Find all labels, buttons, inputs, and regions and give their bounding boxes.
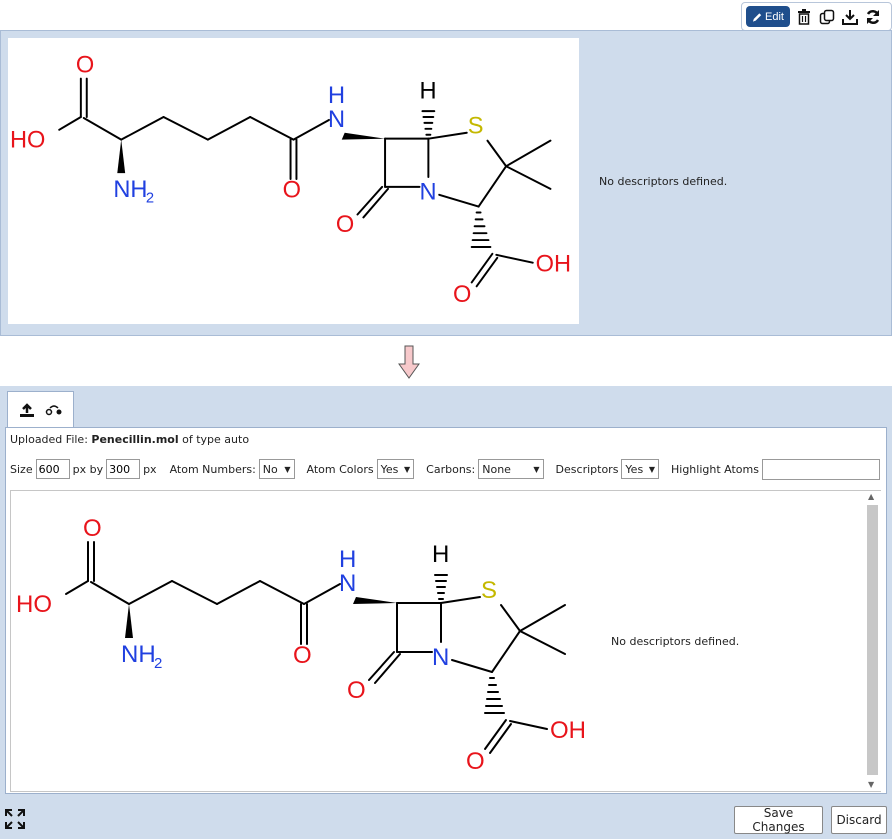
descriptors-text: No descriptors defined. xyxy=(599,175,728,188)
size-label: Size xyxy=(10,462,33,476)
atom-numbers-value: No xyxy=(262,462,278,476)
down-arrow-icon xyxy=(398,345,420,379)
refresh-icon xyxy=(866,9,880,24)
atom-numbers-select[interactable]: No ▼ xyxy=(258,459,295,479)
save-changes-button[interactable]: Save Changes xyxy=(734,806,823,834)
preview-descriptors-text: No descriptors defined. xyxy=(611,635,740,648)
penicillin-structure xyxy=(8,51,573,310)
uploaded-file-prefix: Uploaded File: xyxy=(10,433,88,446)
penicillin-structure-preview xyxy=(15,514,587,776)
chevron-down-icon: ▼ xyxy=(284,464,291,474)
copy-icon xyxy=(819,9,835,24)
download-button[interactable] xyxy=(841,7,859,27)
preview-scrollbar[interactable]: ▲ ▼ xyxy=(864,491,881,791)
carbons-select[interactable]: None ▼ xyxy=(478,459,544,479)
edit-button[interactable]: Edit xyxy=(746,6,790,27)
toggle-icon[interactable] xyxy=(45,404,63,416)
descriptors-label: Descriptors xyxy=(555,462,619,476)
descriptors-value: Yes xyxy=(625,462,644,476)
px-label: px xyxy=(143,462,157,476)
molecule-image xyxy=(8,38,579,324)
carbons-value: None xyxy=(482,462,511,476)
highlight-atoms-label: Highlight Atoms xyxy=(671,462,759,476)
scroll-down-icon[interactable]: ▼ xyxy=(868,780,874,789)
molecule-preview-image xyxy=(14,502,594,790)
copy-button[interactable] xyxy=(818,7,836,27)
atom-colors-label: Atom Colors xyxy=(306,462,374,476)
render-options-bar: Size px by px Atom Numbers: No ▼ Atom Co… xyxy=(10,458,880,480)
uploaded-file-name: Penecillin.mol xyxy=(91,433,179,446)
descriptors-select[interactable]: Yes ▼ xyxy=(621,459,659,479)
download-icon xyxy=(842,9,858,25)
molecule-toolbar: Edit xyxy=(741,2,892,31)
refresh-button[interactable] xyxy=(864,7,882,27)
pencil-icon xyxy=(752,12,762,22)
edit-button-label: Edit xyxy=(765,10,784,23)
uploaded-file-type: of type auto xyxy=(182,433,250,446)
editor-tab xyxy=(7,391,74,428)
delete-button[interactable] xyxy=(795,7,813,27)
uploaded-file-line: Uploaded File: Penecillin.mol of type au… xyxy=(10,433,249,446)
atom-numbers-label: Atom Numbers: xyxy=(169,462,256,476)
discard-button[interactable]: Discard xyxy=(831,806,887,834)
chevron-down-icon: ▼ xyxy=(533,464,540,474)
scroll-up-icon[interactable]: ▲ xyxy=(868,492,874,501)
chevron-down-icon: ▼ xyxy=(404,464,411,474)
height-input[interactable] xyxy=(106,459,141,479)
expand-icon[interactable] xyxy=(4,808,26,830)
width-input[interactable] xyxy=(35,459,70,479)
px-by-label: px by xyxy=(72,462,104,476)
upload-icon[interactable] xyxy=(19,403,35,417)
atom-colors-select[interactable]: Yes ▼ xyxy=(376,459,415,479)
scrollbar-thumb[interactable] xyxy=(867,505,878,775)
atom-colors-value: Yes xyxy=(380,462,399,476)
trash-icon xyxy=(798,8,810,25)
carbons-label: Carbons: xyxy=(426,462,476,476)
chevron-down-icon: ▼ xyxy=(648,464,655,474)
highlight-atoms-input[interactable] xyxy=(761,458,880,480)
